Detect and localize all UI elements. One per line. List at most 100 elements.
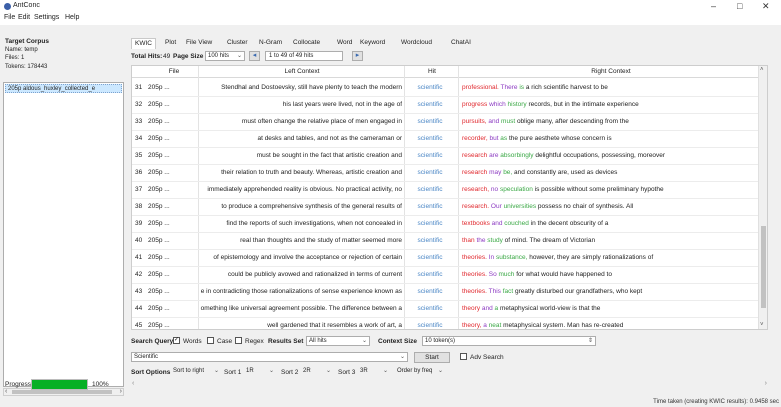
tab-kwic[interactable]: KWIC <box>131 38 156 49</box>
tab-n-gram[interactable]: N-Gram <box>256 38 285 49</box>
minimize-button[interactable]: – <box>711 1 716 11</box>
table-vertical-scrollbar[interactable]: ˄ ˅ <box>758 66 767 329</box>
row-number: 41 <box>135 254 143 261</box>
left-context-text: of epistemology and involve the acceptan… <box>213 254 402 261</box>
row-hit: scientific <box>417 288 443 295</box>
words-checkbox[interactable]: ✓ <box>173 337 180 344</box>
tab-keyword[interactable]: Keyword <box>357 38 388 49</box>
row-left-context: omething like universal agreement possib… <box>200 305 402 312</box>
total-hits-value: 49 <box>163 53 171 60</box>
table-row[interactable]: 34 205p ... at desks and tables, and not a… <box>132 130 760 148</box>
row-number: 40 <box>135 237 143 244</box>
table-row[interactable]: 40 205p ... real than thoughts and the stu… <box>132 232 760 250</box>
start-button[interactable]: Start <box>414 352 450 363</box>
corpus-files: Files: 1 <box>5 55 25 61</box>
row-left-context: real than thoughts and the study of matt… <box>200 237 402 244</box>
corpus-file-item[interactable]: 205p aldous_huxley_collected_e <box>5 84 122 93</box>
tab-cluster[interactable]: Cluster <box>224 38 251 49</box>
right-context-token: be, <box>501 169 513 176</box>
column-header-file[interactable]: File <box>148 68 200 75</box>
adv-search-checkbox[interactable] <box>460 353 467 360</box>
progress-bar <box>31 379 88 390</box>
context-size-spinner[interactable]: 10 token(s) ⇕ <box>422 336 596 346</box>
tab-file-view[interactable]: File View <box>183 38 215 49</box>
table-row[interactable]: 43 205p ... e in contradicting those ratio… <box>132 283 760 301</box>
row-hit: scientific <box>417 101 443 108</box>
row-number: 34 <box>135 135 143 142</box>
row-file: 205p ... <box>148 169 170 176</box>
right-context-token: metaphysical world-view is that the <box>498 305 601 312</box>
scroll-right-icon[interactable]: › <box>120 388 122 395</box>
table-row[interactable]: 38 205p ... to produce a comprehensive syn… <box>132 198 760 216</box>
menu-settings[interactable]: Settings <box>34 14 59 21</box>
spinner-arrows-icon[interactable]: ⇕ <box>588 337 593 345</box>
search-query-value: Scientific <box>134 354 159 360</box>
close-button[interactable]: ✕ <box>762 1 770 12</box>
left-context-text: well gardened that it resembles a work o… <box>267 322 402 329</box>
left-context-text: must be sought in the fact that artistic… <box>256 152 402 159</box>
kwic-results-table[interactable]: File Left Context Hit Right Context 31 20… <box>131 65 768 330</box>
column-header-left-context[interactable]: Left Context <box>200 68 404 75</box>
table-row[interactable]: 35 205p ... must be sought in the fact tha… <box>132 147 760 165</box>
row-number: 35 <box>135 152 143 159</box>
tab-chatai[interactable]: ChatAI <box>448 38 474 49</box>
scroll-down-icon[interactable]: ˅ <box>760 322 764 328</box>
regex-checkbox[interactable] <box>235 337 242 344</box>
right-context-token: much <box>496 271 515 278</box>
tab-plot[interactable]: Plot <box>162 38 179 49</box>
order-select[interactable]: Order by freq ⌄ <box>395 367 445 377</box>
scroll-left-icon[interactable]: ‹ <box>132 380 134 387</box>
table-row[interactable]: 31 205p ... Stendhal and Dostoevsky, still… <box>132 79 760 97</box>
right-context-token: a rich scientific harvest to be <box>524 84 608 91</box>
maximize-button[interactable]: □ <box>737 1 742 11</box>
menu-help[interactable]: Help <box>65 14 79 21</box>
tab-collocate[interactable]: Collocate <box>290 38 323 49</box>
table-row[interactable]: 44 205p ... omething like universal agreem… <box>132 300 760 318</box>
row-left-context: could be publicly avowed and rationalize… <box>200 271 402 278</box>
scroll-up-icon[interactable]: ˄ <box>760 67 764 73</box>
sort1-select[interactable]: 1R ⌄ <box>244 367 276 377</box>
progress-fill <box>32 380 87 389</box>
table-row[interactable]: 41 205p ... of epistemology and involve th… <box>132 249 760 267</box>
table-row[interactable]: 37 205p ... immediately apprehended realit… <box>132 181 760 199</box>
chevron-down-icon: ⌄ <box>437 368 443 374</box>
row-number: 38 <box>135 203 143 210</box>
table-row[interactable]: 32 205p ... his last years were lived, not… <box>132 96 760 114</box>
tab-word[interactable]: Word <box>334 38 355 49</box>
sort-mode-select[interactable]: Sort to right ⌄ <box>171 367 221 377</box>
row-number: 39 <box>135 220 143 227</box>
row-number: 36 <box>135 169 143 176</box>
row-hit: scientific <box>417 186 443 193</box>
case-checkbox[interactable] <box>207 337 214 344</box>
search-query-input[interactable]: Scientific ⌄ <box>131 352 408 362</box>
results-set-select[interactable]: All hits ⌄ <box>306 336 370 346</box>
tab-wordcloud[interactable]: Wordcloud <box>398 38 435 49</box>
next-page-button[interactable]: ▸ <box>352 51 363 61</box>
menu-edit[interactable]: Edit <box>18 14 30 21</box>
table-row[interactable]: 45 205p ... well gardened that it resemble… <box>132 317 760 329</box>
sort2-select[interactable]: 2R ⌄ <box>301 367 333 377</box>
table-row[interactable]: 39 205p ... find the reports of such inves… <box>132 215 760 233</box>
menu-file[interactable]: File <box>4 14 15 21</box>
previous-page-button[interactable]: ◂ <box>249 51 260 61</box>
table-row[interactable]: 33 205p ... must often change the relative… <box>132 113 760 131</box>
row-hit: scientific <box>417 254 443 261</box>
scrollbar-thumb[interactable] <box>12 390 112 394</box>
column-header-hit[interactable]: Hit <box>404 68 460 75</box>
horizontal-scrollbar[interactable]: ‹ › <box>131 380 768 389</box>
sort3-select[interactable]: 3R ⌄ <box>358 367 390 377</box>
scroll-right-icon[interactable]: › <box>765 380 767 387</box>
page-size-select[interactable]: 100 hits ⌄ <box>205 51 245 61</box>
scrollbar-thumb[interactable] <box>761 226 766 308</box>
row-file: 205p ... <box>148 203 170 210</box>
chevron-down-icon: ⌄ <box>213 368 219 374</box>
row-file: 205p ... <box>148 186 170 193</box>
right-context-token: records, but in the intimate experience <box>526 101 639 108</box>
corpus-file-list[interactable]: 205p aldous_huxley_collected_e <box>3 82 124 387</box>
column-header-right-context[interactable]: Right Context <box>462 68 760 75</box>
table-row[interactable]: 42 205p ... could be publicly avowed and r… <box>132 266 760 284</box>
table-row[interactable]: 36 205p ... their relation to truth and be… <box>132 164 760 182</box>
chevron-down-icon[interactable]: ⌄ <box>400 353 405 361</box>
right-context-token: history <box>505 101 527 108</box>
scroll-left-icon[interactable]: ‹ <box>5 388 7 395</box>
